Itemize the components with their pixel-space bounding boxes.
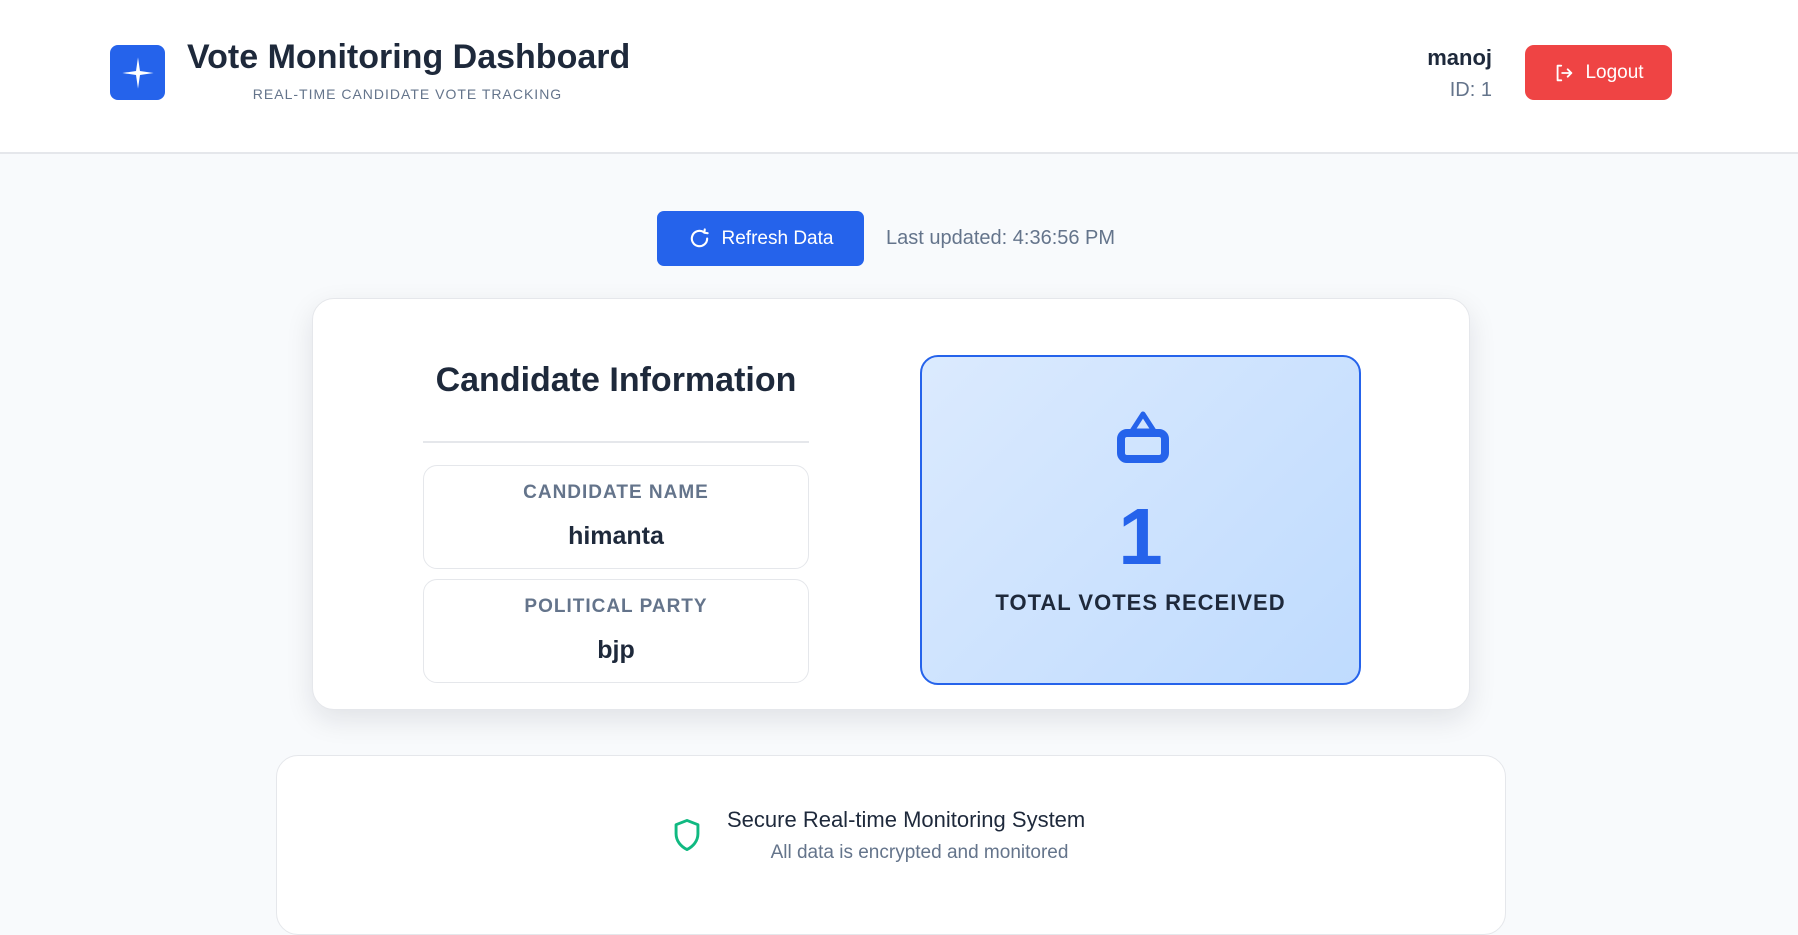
last-updated-text: Last updated: 4:36:56 PM [886,227,1116,249]
total-votes-count: 1 [1118,492,1163,581]
candidate-name-value: himanta [568,522,664,550]
refresh-data-label: Refresh Data [721,227,834,249]
political-party-label: POLITICAL PARTY [524,596,708,617]
logout-label: Logout [1585,61,1644,83]
security-subtitle: All data is encrypted and monitored [770,842,1069,863]
candidate-name-box: CANDIDATE NAME himanta [423,465,809,569]
shield-icon [674,818,700,852]
candidate-info-title: Candidate Information [435,361,797,399]
sparkle-icon [121,56,154,89]
political-party-box: POLITICAL PARTY bjp [423,579,809,683]
ballot-box-icon [1117,411,1169,463]
logout-icon [1557,64,1573,81]
candidate-card: Candidate Information CANDIDATE NAME him… [312,298,1470,710]
refresh-data-button[interactable]: Refresh Data [657,211,864,266]
app-logo [110,45,165,100]
app-subtitle: REAL-TIME CANDIDATE VOTE TRACKING [252,86,563,102]
total-votes-label: TOTAL VOTES RECEIVED [995,590,1286,615]
candidate-name-label: CANDIDATE NAME [523,482,709,503]
security-card: Secure Real-time Monitoring System All d… [276,755,1506,935]
app-title: Vote Monitoring Dashboard [187,38,631,76]
user-name: manoj [1427,45,1492,70]
app-header: Vote Monitoring Dashboard REAL-TIME CAND… [0,0,1798,154]
security-title: Secure Real-time Monitoring System [727,807,1086,832]
political-party-value: bjp [597,636,635,664]
user-id: ID: 1 [1449,79,1492,101]
total-votes-box: 1 TOTAL VOTES RECEIVED [920,355,1361,685]
refresh-icon [690,228,709,248]
divider [423,441,809,443]
logout-button[interactable]: Logout [1525,45,1672,100]
